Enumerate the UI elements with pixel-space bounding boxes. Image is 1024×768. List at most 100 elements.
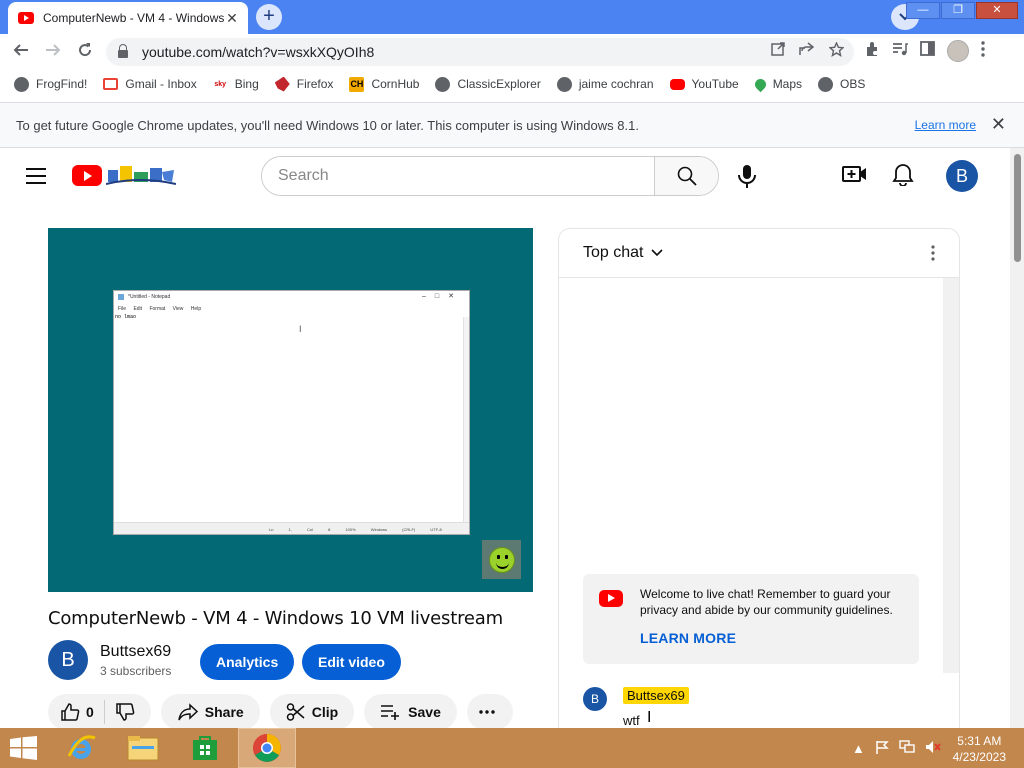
globe-icon	[556, 76, 572, 92]
back-button[interactable]	[6, 37, 36, 67]
share-page-icon[interactable]	[799, 42, 815, 61]
browser-titlebar: ComputerNewb - VM 4 - Windows 10 VM live…	[0, 0, 1024, 34]
notifications-bell-icon[interactable]	[892, 162, 914, 191]
bookmark-cornhub[interactable]: CH CornHub	[349, 76, 419, 92]
channel-avatar[interactable]: B	[48, 640, 88, 680]
subscriber-count: 3 subscribers	[100, 663, 172, 678]
menu-kebab-icon[interactable]	[981, 40, 985, 62]
bookmark-jaime-cochran[interactable]: jaime cochran	[556, 76, 654, 92]
message-author[interactable]: Buttsex69	[623, 687, 689, 704]
learn-more-button[interactable]: LEARN MORE	[640, 630, 736, 646]
masthead-right	[842, 162, 914, 191]
new-tab-button[interactable]: +	[256, 4, 282, 30]
windows-logo-icon	[10, 736, 37, 760]
bookmark-bing[interactable]: sky Bing	[212, 76, 259, 92]
voice-search-button[interactable]	[734, 162, 760, 190]
bookmark-maps[interactable]: Maps	[752, 76, 802, 92]
taskbar-chrome[interactable]	[238, 728, 296, 768]
bookmark-obs[interactable]: OBS	[818, 76, 865, 92]
save-label: Save	[408, 704, 441, 720]
video-player[interactable]: *Untitled - Notepad –□✕ File Edit Format…	[48, 228, 533, 592]
bookmark-firefox[interactable]: Firefox	[274, 76, 333, 92]
reload-icon	[79, 43, 92, 57]
chrome-update-infobar: To get future Google Chrome updates, you…	[0, 102, 1024, 148]
extensions-icon[interactable]	[864, 41, 880, 62]
system-tray: ▲	[852, 740, 941, 757]
bookmark-youtube[interactable]: YouTube	[669, 77, 739, 91]
taskbar-internet-explorer[interactable]	[52, 728, 110, 768]
open-in-app-icon[interactable]	[771, 42, 785, 61]
text-cursor-icon: I	[299, 324, 302, 334]
dislike-button[interactable]	[115, 702, 141, 722]
save-button[interactable]: Save	[364, 694, 457, 728]
search-button[interactable]	[654, 157, 718, 195]
taskbar-store[interactable]	[176, 728, 234, 768]
notepad-window: *Untitled - Notepad –□✕ File Edit Format…	[113, 290, 470, 535]
infobar-message: To get future Google Chrome updates, you…	[16, 117, 639, 133]
channel-name[interactable]: Buttsex69	[100, 643, 171, 661]
clip-label: Clip	[311, 704, 339, 720]
analytics-button[interactable]: Analytics	[200, 644, 295, 680]
text-cursor-icon: I	[647, 709, 652, 726]
reload-button[interactable]	[70, 37, 100, 67]
create-video-icon[interactable]	[842, 163, 868, 190]
smiley-watermark	[482, 540, 521, 579]
notepad-title: *Untitled - Notepad	[114, 291, 469, 304]
chat-scrollbar[interactable]	[943, 278, 959, 673]
guide-menu-icon[interactable]	[26, 168, 46, 184]
message-text: wtf	[623, 713, 640, 728]
minimize-button[interactable]: —	[906, 2, 940, 19]
bookmark-label: ClassicExplorer	[457, 77, 541, 91]
close-window-button[interactable]: ✕	[976, 2, 1018, 19]
more-horizontal-icon	[479, 710, 495, 714]
bing-icon: sky	[212, 76, 228, 92]
taskbar-clock[interactable]: 5:31 AM 4/23/2023	[953, 733, 1006, 765]
forward-button[interactable]	[38, 37, 68, 67]
window-controls: — ❐ ✕	[906, 2, 1018, 19]
clip-button[interactable]: Clip	[269, 694, 355, 728]
edit-video-button[interactable]: Edit video	[302, 644, 401, 680]
side-panel-icon[interactable]	[920, 41, 935, 61]
playlist-add-icon	[381, 705, 400, 720]
bookmark-classicexplorer[interactable]: ClassicExplorer	[435, 76, 541, 92]
chat-menu-icon[interactable]	[931, 245, 935, 261]
action-center-flag-icon[interactable]	[875, 740, 889, 757]
globe-icon	[435, 76, 451, 92]
start-button[interactable]	[10, 736, 38, 760]
url-text: youtube.com/watch?v=wsxkXQyOIh8	[142, 44, 375, 60]
volume-muted-icon[interactable]	[925, 740, 941, 757]
like-button[interactable]: 0	[60, 702, 94, 722]
bookmark-gmail[interactable]: Gmail - Inbox	[103, 77, 197, 91]
live-chat: Top chat Welcome to live chat! Remember …	[558, 228, 960, 728]
more-actions-button[interactable]	[466, 694, 513, 728]
page-scrollbar-thumb[interactable]	[1014, 154, 1021, 262]
chat-header[interactable]: Top chat	[559, 229, 959, 278]
restore-button[interactable]: ❐	[941, 2, 975, 19]
smiley-icon	[488, 546, 515, 573]
like-count: 0	[86, 704, 94, 720]
profile-avatar[interactable]	[947, 40, 969, 62]
bookmark-frogfind[interactable]: FrogFind!	[14, 76, 87, 92]
show-hidden-icons-icon[interactable]: ▲	[852, 741, 865, 756]
tab-title: ComputerNewb - VM 4 - Windows 10 VM live…	[43, 11, 224, 25]
youtube-favicon-icon	[18, 12, 34, 24]
bookmark-star-icon[interactable]	[828, 41, 845, 61]
browser-tab[interactable]: ComputerNewb - VM 4 - Windows 10 VM live…	[8, 2, 248, 34]
close-icon[interactable]: ✕	[991, 114, 1006, 135]
learn-more-link[interactable]: Learn more	[915, 118, 976, 132]
maps-icon	[752, 76, 768, 92]
network-icon[interactable]	[899, 740, 915, 757]
bookmarks-bar: FrogFind! Gmail - Inbox sky Bing Firefox …	[0, 70, 1024, 98]
media-controls-icon[interactable]	[892, 42, 908, 61]
share-button[interactable]: Share	[160, 694, 260, 728]
tab-close-icon[interactable]: ✕	[224, 10, 240, 27]
chevron-down-icon	[651, 249, 664, 257]
message-avatar[interactable]: B	[583, 687, 607, 711]
address-bar[interactable]: youtube.com/watch?v=wsxkXQyOIh8	[106, 38, 854, 66]
search-input[interactable]	[262, 157, 654, 195]
account-avatar[interactable]: B	[946, 160, 978, 192]
bookmark-label: YouTube	[691, 77, 739, 91]
taskbar-file-explorer[interactable]	[114, 728, 172, 768]
page-scrollbar[interactable]	[1010, 148, 1024, 728]
youtube-logo[interactable]	[72, 162, 177, 188]
